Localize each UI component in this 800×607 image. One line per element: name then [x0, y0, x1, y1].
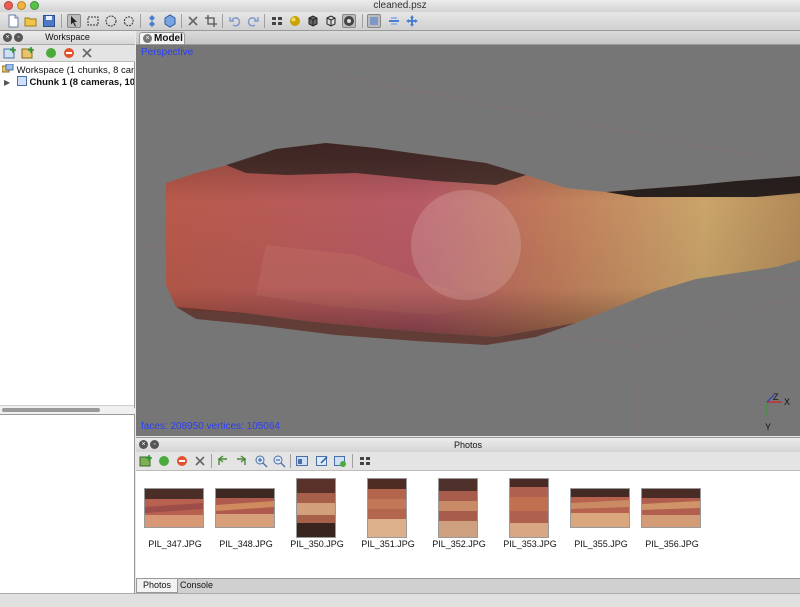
expand-arrow-icon[interactable]: ▶	[4, 78, 10, 87]
axis-y-label: Y	[765, 422, 771, 432]
reset-view-icon	[370, 17, 378, 25]
axis-indicator: Z X Y	[765, 392, 790, 432]
tab-console[interactable]: Console	[174, 579, 219, 592]
photo-image	[145, 489, 203, 527]
open-icon[interactable]	[24, 14, 38, 28]
photo-label: PIL_356.JPG	[645, 539, 699, 549]
photo-image	[297, 479, 335, 537]
textured-button[interactable]	[342, 14, 356, 28]
region-icon[interactable]	[163, 14, 177, 28]
main-toolbar	[0, 12, 800, 31]
rectangle-select-icon[interactable]	[86, 14, 100, 28]
add-photos-icon[interactable]	[139, 454, 153, 468]
workspace-root-item[interactable]: Workspace (1 chunks, 8 camer	[1, 63, 135, 76]
bottom-tab-bar: Photos Console	[136, 578, 800, 593]
photo-image	[439, 479, 477, 537]
model-stats: faces: 208950 vertices: 105064	[141, 421, 280, 432]
model-tab-label: Model	[154, 33, 183, 44]
status-bar	[0, 593, 800, 607]
photo-image	[571, 489, 629, 527]
cameras-icon[interactable]	[270, 14, 284, 28]
window-title: cleaned.psz	[373, 0, 427, 11]
photo-label: PIL_355.JPG	[574, 539, 628, 549]
view-mode-label: Perspective	[141, 47, 194, 58]
photo-image	[368, 479, 406, 537]
disable-icon[interactable]	[175, 454, 189, 468]
workspace-root-label: Workspace (1 chunks, 8 camer	[16, 65, 135, 76]
photos-grid: PIL_347.JPG PIL_348.JPG PIL_350.JPG PIL_…	[136, 471, 800, 578]
photo-label: PIL_350.JPG	[290, 539, 344, 549]
enable-icon[interactable]	[44, 46, 58, 60]
move-icon[interactable]	[405, 14, 419, 28]
photos-title: Photos	[453, 440, 483, 450]
free-select-icon[interactable]	[122, 14, 136, 28]
chunk-icon	[16, 76, 27, 86]
properties-pane	[0, 414, 135, 593]
photo-label: PIL_347.JPG	[148, 539, 202, 549]
add-chunk-icon[interactable]	[3, 46, 17, 60]
photo-label: PIL_352.JPG	[432, 539, 486, 549]
solid-icon[interactable]	[306, 14, 320, 28]
photos-toolbar	[136, 452, 800, 471]
workspace-scrollbar[interactable]	[0, 405, 134, 414]
photo-image	[216, 489, 274, 527]
workspace-title: Workspace	[45, 32, 90, 42]
navigation-icon	[71, 16, 77, 27]
align-icon[interactable]	[387, 14, 401, 28]
close-icon[interactable]: ×	[143, 34, 152, 43]
workspace-toolbar	[0, 45, 135, 62]
workspace-icon	[1, 63, 14, 73]
tab-photos[interactable]: Photos	[136, 579, 179, 593]
scrollbar-thumb[interactable]	[2, 408, 100, 412]
textured-icon	[344, 16, 354, 26]
wireframe-icon[interactable]	[324, 14, 338, 28]
tab-model[interactable]: × Model	[139, 32, 185, 44]
edit-mask-icon[interactable]	[315, 454, 329, 468]
new-icon[interactable]	[6, 14, 20, 28]
crop-icon[interactable]	[204, 14, 218, 28]
photo-label: PIL_353.JPG	[503, 539, 557, 549]
remove-icon[interactable]	[80, 46, 94, 60]
chunk-label: Chunk 1 (8 cameras, 1095	[29, 77, 135, 88]
photo-image	[642, 489, 700, 527]
rotate-object-icon[interactable]	[145, 14, 159, 28]
rotate-right-icon[interactable]	[234, 454, 248, 468]
delete-icon[interactable]	[186, 14, 200, 28]
photos-header: × ◦ Photos	[136, 437, 800, 453]
remove-icon[interactable]	[193, 454, 207, 468]
model-tab-bar: × Model	[136, 31, 800, 45]
rock-model	[166, 143, 800, 345]
save-icon[interactable]	[42, 14, 56, 28]
chunk-item[interactable]: ▶ Chunk 1 (8 cameras, 1095	[4, 76, 135, 88]
axis-x-label: X	[784, 397, 790, 407]
axis-z-label: Z	[773, 392, 779, 402]
photo-label: PIL_348.JPG	[219, 539, 273, 549]
disable-icon[interactable]	[62, 46, 76, 60]
undo-icon[interactable]	[228, 14, 242, 28]
photo-image	[510, 479, 548, 537]
model-viewport[interactable]: Z X Y Perspective faces: 208950 vertices…	[136, 45, 800, 436]
view-mode-icon[interactable]	[295, 454, 309, 468]
enable-icon[interactable]	[157, 454, 171, 468]
reset-view-button[interactable]	[367, 14, 381, 28]
import-masks-icon[interactable]	[333, 454, 347, 468]
zoom-out-icon[interactable]	[272, 454, 286, 468]
workspace-header: × ◦ Workspace	[0, 31, 135, 45]
model-canvas: Z X Y	[136, 74, 800, 436]
zoom-in-icon[interactable]	[254, 454, 268, 468]
navigation-button[interactable]	[67, 14, 81, 28]
add-photos-icon[interactable]	[21, 46, 35, 60]
shaded-icon[interactable]	[288, 14, 302, 28]
redo-icon[interactable]	[246, 14, 260, 28]
rotate-left-icon[interactable]	[216, 454, 230, 468]
workspace-tree: Workspace (1 chunks, 8 camer ▶ Chunk 1 (…	[0, 62, 135, 408]
circle-select-icon[interactable]	[104, 14, 118, 28]
photo-label: PIL_351.JPG	[361, 539, 415, 549]
camera-grid-icon[interactable]	[358, 454, 372, 468]
